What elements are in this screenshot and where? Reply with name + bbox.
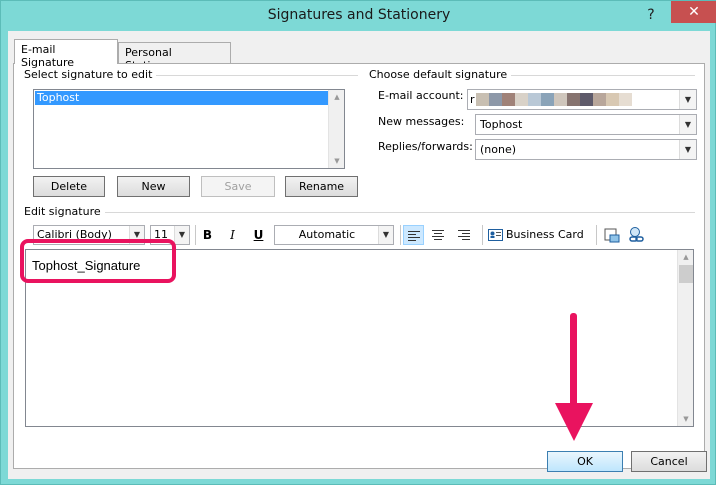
list-item[interactable]: Tophost (35, 91, 331, 105)
redacted-swatch (619, 93, 632, 106)
hyperlink-icon (628, 227, 644, 242)
bold-button[interactable]: B (197, 225, 218, 245)
save-button[interactable]: Save (201, 176, 275, 197)
redacted-swatch (580, 93, 593, 106)
align-center-button[interactable] (428, 225, 449, 245)
new-messages-value: Tophost (480, 118, 523, 131)
toolbar-separator (482, 225, 483, 245)
dialog-window: Signatures and Stationery ? ✕ E-mail Sig… (0, 0, 716, 485)
scroll-up-icon[interactable]: ▲ (678, 250, 694, 264)
email-account-select[interactable]: r ▼ (467, 89, 697, 110)
redacted-swatch (489, 93, 502, 106)
toolbar-separator (195, 225, 196, 245)
ok-button[interactable]: OK (547, 451, 623, 472)
group-divider (24, 212, 695, 213)
default-signature-label: Choose default signature (369, 68, 512, 81)
new-messages-label: New messages: (378, 115, 465, 128)
listbox-scrollbar[interactable]: ▲ ▼ (328, 90, 344, 168)
editor-scrollbar[interactable]: ▲ ▼ (677, 250, 693, 426)
close-icon: ✕ (688, 4, 700, 20)
align-center-icon (432, 230, 445, 240)
align-right-icon (458, 230, 471, 240)
business-card-icon (488, 229, 503, 241)
font-color-value: Automatic (298, 228, 356, 241)
title-bar: Signatures and Stationery ? ✕ (1, 1, 716, 31)
arrow-down-icon (555, 313, 593, 441)
toolbar-separator (400, 225, 401, 245)
align-right-button[interactable] (454, 225, 475, 245)
redacted-swatch (515, 93, 528, 106)
replies-forwards-value: (none) (480, 143, 517, 156)
window-title: Signatures and Stationery (267, 7, 451, 23)
help-icon: ? (647, 7, 655, 23)
chevron-down-icon[interactable]: ▼ (679, 140, 696, 159)
email-account-value: r (470, 93, 475, 106)
redacted-swatch (502, 93, 515, 106)
scroll-thumb[interactable] (679, 265, 693, 283)
insert-picture-icon (604, 228, 619, 243)
new-button[interactable]: New (117, 176, 190, 197)
redacted-swatch (476, 93, 489, 106)
insert-hyperlink-button[interactable] (626, 225, 647, 245)
business-card-label: Business Card (506, 228, 584, 241)
scroll-down-icon[interactable]: ▼ (678, 412, 694, 426)
help-button[interactable]: ? (642, 5, 660, 25)
delete-button[interactable]: Delete (33, 176, 105, 197)
signature-highlight-annotation (20, 239, 176, 283)
business-card-button[interactable]: Business Card (486, 225, 592, 245)
signature-listbox[interactable]: Tophost ▲ ▼ (33, 89, 345, 169)
redacted-swatch (567, 93, 580, 106)
font-color-select[interactable]: Automatic ▼ (274, 225, 394, 245)
close-button[interactable]: ✕ (671, 1, 716, 23)
redacted-swatch (606, 93, 619, 106)
replies-forwards-label: Replies/forwards: (378, 140, 473, 153)
chevron-down-icon[interactable]: ▼ (378, 226, 393, 244)
tab-personal-stationery[interactable]: Personal Stationery (118, 42, 231, 72)
insert-picture-button[interactable] (601, 225, 622, 245)
chevron-down-icon[interactable]: ▼ (679, 115, 696, 134)
chevron-down-icon[interactable]: ▼ (174, 226, 189, 244)
scroll-up-icon[interactable]: ▲ (329, 90, 345, 104)
new-messages-select[interactable]: Tophost ▼ (475, 114, 697, 135)
edit-signature-label: Edit signature (24, 205, 105, 218)
tab-email-signature[interactable]: E-mail Signature (14, 39, 118, 69)
replies-forwards-select[interactable]: (none) ▼ (475, 139, 697, 160)
scroll-down-icon[interactable]: ▼ (329, 154, 345, 168)
underline-button[interactable]: U (248, 225, 269, 245)
align-left-button[interactable] (403, 225, 424, 245)
toolbar-separator (596, 225, 597, 245)
redacted-swatch (528, 93, 541, 106)
align-left-icon (408, 231, 420, 241)
select-signature-label: Select signature to edit (24, 68, 157, 81)
redacted-swatch (593, 93, 606, 106)
rename-button[interactable]: Rename (285, 176, 358, 197)
redacted-swatch (554, 93, 567, 106)
email-account-label: E-mail account: (378, 89, 464, 102)
chevron-down-icon[interactable]: ▼ (679, 90, 696, 109)
tab-label: E-mail Signature (21, 43, 75, 69)
cancel-button[interactable]: Cancel (631, 451, 707, 472)
redacted-swatch (541, 93, 554, 106)
italic-button[interactable]: I (222, 225, 243, 245)
